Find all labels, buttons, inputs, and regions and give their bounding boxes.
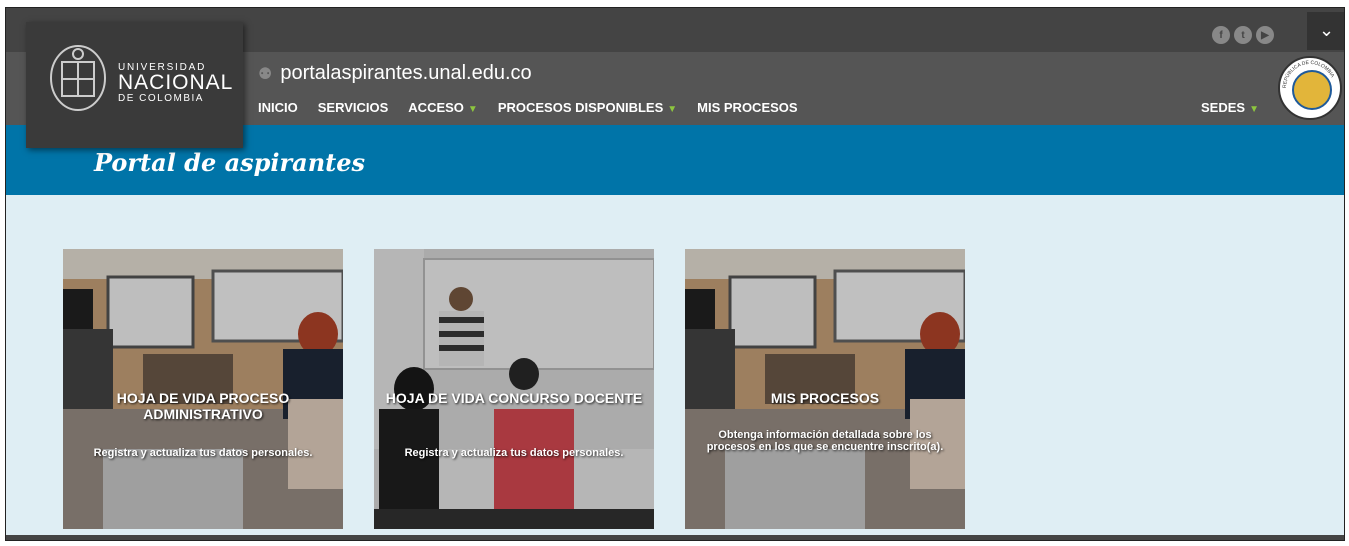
- menu-item-acceso[interactable]: ACCESO ▼: [408, 100, 478, 115]
- card-hoja-vida-docente[interactable]: HOJA DE VIDA CONCURSO DOCENTE Registra y…: [374, 249, 654, 529]
- main-menu: INICIO SERVICIOS ACCESO ▼ PROCESOS DISPON…: [258, 100, 818, 115]
- chevron-down-icon[interactable]: ⌄: [1307, 12, 1344, 50]
- university-logo[interactable]: UNIVERSIDAD NACIONAL DE COLOMBIA: [26, 22, 243, 148]
- menu-item-sedes[interactable]: SEDES ▼: [1201, 100, 1259, 115]
- twitter-icon[interactable]: t: [1234, 26, 1252, 44]
- card-title: HOJA DE VIDA CONCURSO DOCENTE: [385, 390, 643, 406]
- crest-icon: [50, 45, 106, 111]
- card-subtitle: Obtenga información detallada sobre los …: [706, 429, 944, 453]
- youtube-icon[interactable]: ▶: [1256, 26, 1274, 44]
- logo-line3: DE COLOMBIA: [118, 93, 204, 104]
- menu-label: ACCESO: [408, 100, 464, 115]
- menu-label: SERVICIOS: [317, 100, 389, 115]
- logo-line2: NACIONAL: [118, 71, 234, 94]
- logo-text: UNIVERSIDAD NACIONAL DE COLOMBIA: [118, 62, 233, 104]
- card-mis-procesos[interactable]: MIS PROCESOS Obtenga información detalla…: [685, 249, 965, 529]
- card-overlay: [374, 249, 654, 529]
- caret-down-icon: ▼: [667, 104, 678, 115]
- caret-down-icon: ▼: [467, 104, 478, 115]
- menu-item-servicios[interactable]: SERVICIOS: [318, 100, 389, 115]
- site-domain[interactable]: ⚉ portalaspirantes.unal.edu.co: [258, 62, 532, 85]
- colombia-seal[interactable]: REPÚBLICA DE COLOMBIA: [1278, 56, 1342, 120]
- card-overlay: [685, 249, 965, 529]
- seal-text: REPÚBLICA DE COLOMBIA: [1282, 60, 1336, 88]
- menu-item-procesos-disponibles[interactable]: PROCESOS DISPONIBLES ▼: [498, 100, 677, 115]
- social-links: f t ▶: [1212, 26, 1274, 44]
- location-pin-icon: ⚉: [258, 66, 273, 83]
- domain-text: portalaspirantes.unal.edu.co: [280, 62, 532, 84]
- card-subtitle: Registra y actualiza tus datos personale…: [93, 447, 313, 459]
- caret-down-icon: ▼: [1249, 104, 1259, 115]
- card-hoja-vida-administrativo[interactable]: HOJA DE VIDA PROCESO ADMINISTRATIVO Regi…: [63, 249, 343, 529]
- menu-item-inicio[interactable]: INICIO: [258, 100, 298, 115]
- card-overlay: [63, 249, 343, 529]
- page-title: Portal de aspirantes: [94, 148, 366, 177]
- svg-text:REPÚBLICA DE COLOMBIA: REPÚBLICA DE COLOMBIA: [1282, 60, 1336, 88]
- bottom-bar: [6, 535, 1344, 540]
- menu-label: MIS PROCESOS: [697, 100, 798, 115]
- card-subtitle: Registra y actualiza tus datos personale…: [404, 447, 624, 459]
- page-frame: UNIVERSIDAD NACIONAL DE COLOMBIA ⚉ portal…: [5, 7, 1345, 541]
- menu-item-mis-procesos[interactable]: MIS PROCESOS: [697, 100, 797, 115]
- sedes-label: SEDES: [1201, 100, 1246, 115]
- menu-label: PROCESOS DISPONIBLES: [497, 100, 664, 115]
- card-title: MIS PROCESOS: [770, 390, 880, 406]
- facebook-icon[interactable]: f: [1212, 26, 1230, 44]
- card-title: HOJA DE VIDA PROCESO ADMINISTRATIVO: [116, 390, 290, 422]
- menu-label: INICIO: [258, 100, 298, 115]
